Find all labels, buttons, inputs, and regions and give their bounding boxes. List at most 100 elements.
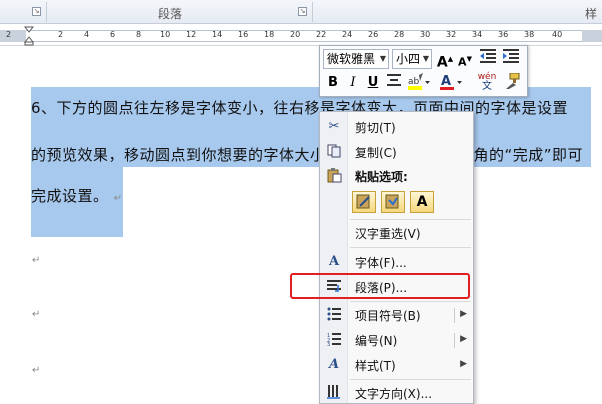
paragraph-line: 6、下方的圆点往左移是字体变小，往右移是字体变大，页面中间的字体是设置 [31,97,568,118]
svg-text:ab: ab [408,77,420,87]
ruler-tick: 34 [472,30,483,39]
center-align-icon [387,74,401,86]
scissors-icon: ✂ [328,119,340,134]
mini-toolbar: 微软雅黑 ▼ 小四 ▼ A▲ A▼ B I U ab A wén 文 [319,45,528,97]
font-dialog-launcher-icon[interactable]: ↘ [32,7,41,16]
ruler-tick: 40 [552,30,563,39]
menu-item-label: 样式(T) [355,359,396,373]
menu-item-bullets[interactable]: 项目符号(B) ▶ [320,304,473,328]
submenu-arrow-icon[interactable]: ▶ [460,309,467,319]
split-separator [454,333,455,348]
ruler-tick: 22 [316,30,327,39]
ruler-tick: 6 [110,30,116,39]
ruler-tick: 14 [212,30,223,39]
menu-item-styles[interactable]: A 样式(T) ▶ [320,354,473,378]
return-mark: ↵ [32,365,41,376]
menu-item-reconvert[interactable]: 汉字重选(V) [320,222,473,246]
center-align-button[interactable] [384,73,404,93]
menu-item-label: 文字方向(X)... [355,387,433,401]
ruler-tick: 16 [238,30,249,39]
paste-keep-source-icon [356,194,370,209]
underline-icon: U [367,75,379,90]
font-color-button[interactable]: A [438,73,464,93]
text-direction-icon [326,385,342,401]
ruler-tick: 12 [186,30,197,39]
shrink-font-icon: A [458,55,467,69]
menu-item-label: 剪切(T) [355,121,396,135]
paragraph-line-tail: 上角的“完成”即可 [458,144,583,165]
ruler-right-margin [582,30,602,42]
paragraph-line: 的预览效果，移动圆点到你想要的字体大小 [31,144,326,165]
font-size-combo[interactable]: 小四 ▼ [392,49,432,69]
italic-button[interactable]: I [343,73,363,93]
paragraph-text: 的预览效果，移动圆点到你想要的字体大小 [31,146,326,164]
annotation-highlight-box [290,273,470,299]
ribbon-separator [46,2,47,22]
menu-divider [350,247,471,248]
menu-item-label: 汉字重选(V) [355,227,421,241]
paste-text-only-icon: A [416,194,428,210]
phonetic-guide-button[interactable]: wén 文 [475,73,499,93]
underline-button[interactable]: U [363,73,383,93]
split-separator [454,308,455,323]
menu-item-label: 粘贴选项: [355,170,408,184]
highlight-pen-icon: ab [408,73,430,90]
shrink-font-button[interactable]: A▼ [455,49,475,69]
phonetic-char: 文 [482,81,492,92]
menu-item-label: 字体(F)... [355,256,407,270]
increase-indent-button[interactable] [501,49,521,69]
paste-text-only-button[interactable]: A [410,191,434,213]
highlight-color-button[interactable]: ab [406,73,432,93]
italic-icon: I [350,75,356,90]
submenu-arrow-icon[interactable]: ▶ [460,334,467,344]
menu-item-label: 项目符号(B) [355,309,421,323]
menu-item-cut[interactable]: ✂ 剪切(T) [320,116,473,140]
grow-font-icon: A [436,54,448,71]
return-mark: ↵ [113,193,123,204]
document-page[interactable]: 6、下方的圆点往左移是字体变小，往右移是字体变大，页面中间的字体是设置 的预览效… [0,47,602,404]
font-size-value: 小四 [396,52,421,66]
svg-text:A: A [441,74,451,89]
ribbon-group-strip: ↘ 段落 ↘ 样 [0,0,602,24]
ruler-tick: 36 [498,30,509,39]
paste-merge-format-button[interactable] [381,191,405,213]
indent-marker-icon[interactable] [24,26,34,46]
svg-text:3: 3 [327,342,330,346]
horizontal-ruler[interactable]: 2 2 4 6 8 10 12 14 16 18 20 22 24 26 28 … [0,26,602,46]
menu-item-numbering[interactable]: 123 编号(N) ▶ [320,329,473,353]
ruler-tick: 28 [394,30,405,39]
bullets-icon [326,307,342,323]
ruler-left-margin [0,30,26,42]
decrease-indent-button[interactable] [478,49,498,69]
paragraph-dialog-launcher-icon[interactable]: ↘ [298,7,307,16]
ruler-tick: 20 [290,30,301,39]
styles-icon: A [328,357,340,372]
paragraph-group-label: 段落 [158,7,183,21]
paste-icon [326,168,342,184]
ruler-tick: 2 [58,30,64,39]
menu-item-copy[interactable]: 复制(C) [320,141,473,165]
context-menu: ✂ 剪切(T) 复制(C) 粘贴选项: A 汉字重选(V) A 字体(F)...… [319,111,474,404]
ruler-tick: 26 [368,30,379,39]
ruler-tick: 30 [420,30,431,39]
menu-item-font[interactable]: A 字体(F)... [320,251,473,275]
return-mark: ↵ [32,309,41,320]
grow-font-button[interactable]: A▲ [435,49,455,71]
paste-keep-source-format-button[interactable] [352,191,376,213]
paragraph-text: 完成设置。 [31,187,109,205]
ruler-tick: 8 [136,30,142,39]
chevron-down-icon: ▼ [379,54,386,63]
menu-item-text-direction[interactable]: 文字方向(X)... [320,382,473,404]
paste-merge-icon [385,194,399,209]
font-icon: A [328,254,340,269]
font-name-combo[interactable]: 微软雅黑 ▼ [323,49,389,69]
ruler-tick: 4 [84,30,90,39]
submenu-arrow-icon: ▶ [460,359,467,369]
menu-item-label: 复制(C) [355,146,397,160]
font-name-value: 微软雅黑 [327,52,376,66]
bold-button[interactable]: B [323,73,343,93]
menu-item-paste-options: 粘贴选项: [320,165,473,189]
format-painter-button[interactable] [502,72,522,93]
paragraph-line: 完成设置。 ↵ [31,185,123,206]
styles-group-label: 样 [585,7,598,21]
